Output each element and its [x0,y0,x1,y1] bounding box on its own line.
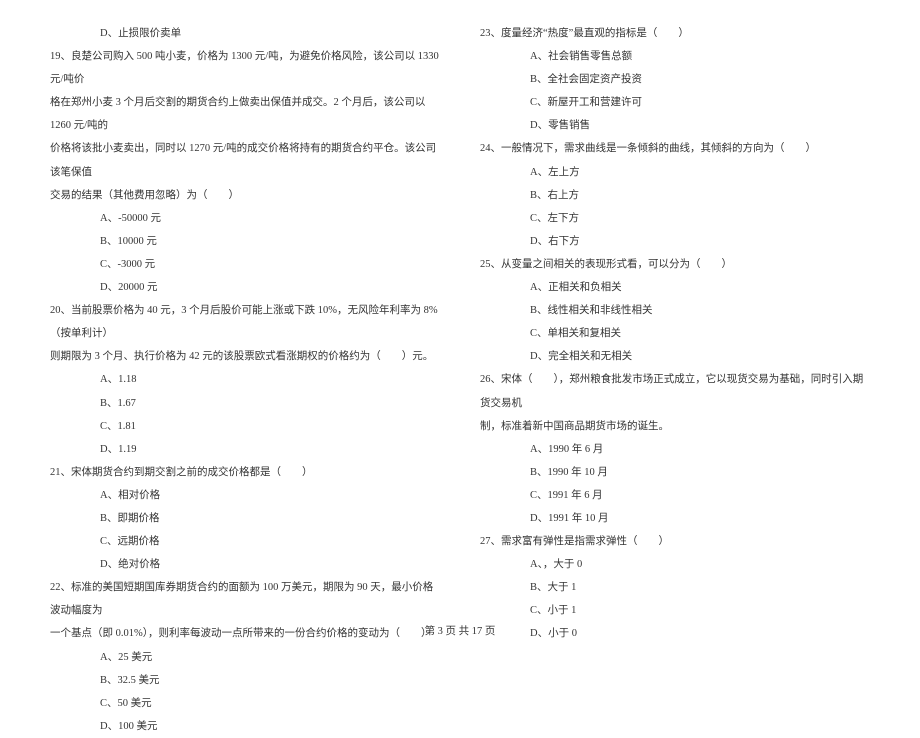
q24-option-c: C、左下方 [480,207,870,230]
q22-option-c: C、50 美元 [50,692,440,715]
q21-option-d: D、绝对价格 [50,553,440,576]
left-column: D、止损限价卖单 19、良楚公司购入 500 吨小麦，价格为 1300 元/吨，… [50,22,440,602]
q19-option-d: D、20000 元 [50,276,440,299]
option-d-prev: D、止损限价卖单 [50,22,440,45]
q27-option-a: A、，大于 0 [480,553,870,576]
q20-option-c: C、1.81 [50,415,440,438]
q26-option-c: C、1991 年 6 月 [480,484,870,507]
q24-option-d: D、右下方 [480,230,870,253]
q25-line1: 25、从变量之间相关的表现形式看，可以分为（ ） [480,253,870,276]
q20-line1: 20、当前股票价格为 40 元，3 个月后股价可能上涨或下跌 10%，无风险年利… [50,299,440,345]
q21-line1: 21、宋体期货合约到期交割之前的成交价格都是（ ） [50,461,440,484]
q20-option-d: D、1.19 [50,438,440,461]
q24-option-a: A、左上方 [480,161,870,184]
q21-option-c: C、远期价格 [50,530,440,553]
q24-line1: 24、一般情况下，需求曲线是一条倾斜的曲线，其倾斜的方向为（ ） [480,137,870,160]
q25-option-d: D、完全相关和无相关 [480,345,870,368]
q26-line2: 制，标准着新中国商品期货市场的诞生。 [480,415,870,438]
q25-option-c: C、单相关和复相关 [480,322,870,345]
q19-line1: 19、良楚公司购入 500 吨小麦，价格为 1300 元/吨，为避免价格风险，该… [50,45,440,91]
q27-line1: 27、需求富有弹性是指需求弹性（ ） [480,530,870,553]
q26-line1: 26、宋体（ ），郑州粮食批发市场正式成立，它以现货交易为基础，同时引入期货交易… [480,368,870,414]
page-footer: 第 3 页 共 17 页 [0,623,920,638]
q23-option-d: D、零售销售 [480,114,870,137]
q22-option-b: B、32.5 美元 [50,669,440,692]
q23-option-a: A、社会销售零售总额 [480,45,870,68]
q25-option-a: A、正相关和负相关 [480,276,870,299]
q22-line1: 22、标准的美国短期国库券期货合约的面额为 100 万美元，期限为 90 天，最… [50,576,440,622]
q27-option-c: C、小于 1 [480,599,870,622]
q20-option-b: B、1.67 [50,392,440,415]
q22-option-d: D、100 美元 [50,715,440,738]
q21-option-a: A、相对价格 [50,484,440,507]
q19-line4: 交易的结果（其他费用忽略）为（ ） [50,184,440,207]
two-column-layout: D、止损限价卖单 19、良楚公司购入 500 吨小麦，价格为 1300 元/吨，… [50,22,870,602]
right-column: 23、度量经济“热度”最直观的指标是（ ） A、社会销售零售总额 B、全社会固定… [480,22,870,602]
q25-option-b: B、线性相关和非线性相关 [480,299,870,322]
q23-line1: 23、度量经济“热度”最直观的指标是（ ） [480,22,870,45]
q24-option-b: B、右上方 [480,184,870,207]
q19-line2: 格在郑州小麦 3 个月后交割的期货合约上做卖出保值并成交。2 个月后，该公司以 … [50,91,440,137]
q26-option-d: D、1991 年 10 月 [480,507,870,530]
q19-option-c: C、-3000 元 [50,253,440,276]
q21-option-b: B、即期价格 [50,507,440,530]
q26-option-b: B、1990 年 10 月 [480,461,870,484]
q20-line2: 则期限为 3 个月、执行价格为 42 元的该股票欧式看涨期权的价格约为（ ）元。 [50,345,440,368]
q20-option-a: A、1.18 [50,368,440,391]
q19-option-b: B、10000 元 [50,230,440,253]
q23-option-b: B、全社会固定资产投资 [480,68,870,91]
q26-option-a: A、1990 年 6 月 [480,438,870,461]
q22-option-a: A、25 美元 [50,646,440,669]
q27-option-b: B、大于 1 [480,576,870,599]
q19-option-a: A、-50000 元 [50,207,440,230]
q19-line3: 价格将该批小麦卖出，同时以 1270 元/吨的成交价格将持有的期货合约平仓。该公… [50,137,440,183]
q23-option-c: C、新屋开工和营建许可 [480,91,870,114]
